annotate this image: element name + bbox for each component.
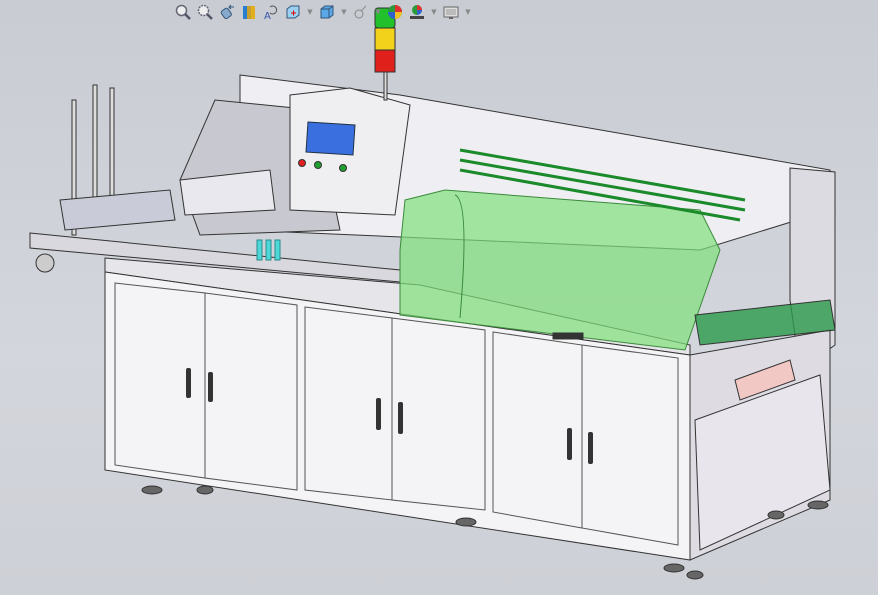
display-style-icon xyxy=(320,5,334,19)
view-orientation-icon xyxy=(286,5,300,19)
signal-light-yellow xyxy=(374,27,396,51)
zoom-to-area-button[interactable] xyxy=(196,3,214,21)
view-orientation-dropdown[interactable]: ▼ xyxy=(306,3,314,21)
dynamic-annotation-view-button[interactable]: A xyxy=(262,3,280,21)
svg-text:A: A xyxy=(264,11,271,20)
apply-scene-icon xyxy=(410,5,424,19)
run-button xyxy=(339,164,347,172)
previous-view-icon xyxy=(220,4,234,20)
edit-appearance-icon xyxy=(388,5,402,19)
zoom-to-fit-icon xyxy=(175,4,191,20)
conveyor-wheel xyxy=(35,253,55,273)
hide-show-items-icon xyxy=(354,5,367,19)
display-style-button[interactable] xyxy=(318,3,336,21)
signal-light-red xyxy=(374,49,396,73)
zoom-to-fit-button[interactable] xyxy=(174,3,192,21)
hide-show-items-dropdown[interactable]: ▼ xyxy=(374,3,382,21)
apply-scene-button[interactable] xyxy=(408,3,426,21)
heads-up-view-toolbar: A ▼ ▼ ▼ ▼ ▼ xyxy=(174,2,472,22)
signal-tower-pole xyxy=(383,71,388,101)
section-view-icon xyxy=(243,6,255,19)
graphics-viewport[interactable] xyxy=(0,0,878,595)
stop-button xyxy=(298,159,306,167)
zoom-to-area-icon xyxy=(197,4,213,20)
edit-appearance-button[interactable] xyxy=(386,3,404,21)
start-button xyxy=(314,161,322,169)
cyan-guides xyxy=(256,239,281,261)
cartoning-machine-model xyxy=(29,7,836,580)
apply-scene-dropdown[interactable]: ▼ xyxy=(430,3,438,21)
dynamic-annotation-view-icon: A xyxy=(264,5,278,20)
view-settings-dropdown[interactable]: ▼ xyxy=(464,3,472,21)
previous-view-button[interactable] xyxy=(218,3,236,21)
view-settings-button[interactable] xyxy=(442,3,460,21)
hide-show-items-button[interactable] xyxy=(352,3,370,21)
view-settings-icon xyxy=(443,6,459,19)
display-style-dropdown[interactable]: ▼ xyxy=(340,3,348,21)
view-orientation-button[interactable] xyxy=(284,3,302,21)
touch-screen xyxy=(305,121,356,156)
section-view-button[interactable] xyxy=(240,3,258,21)
guard-handle xyxy=(552,332,584,340)
carton-magazine xyxy=(59,84,176,236)
